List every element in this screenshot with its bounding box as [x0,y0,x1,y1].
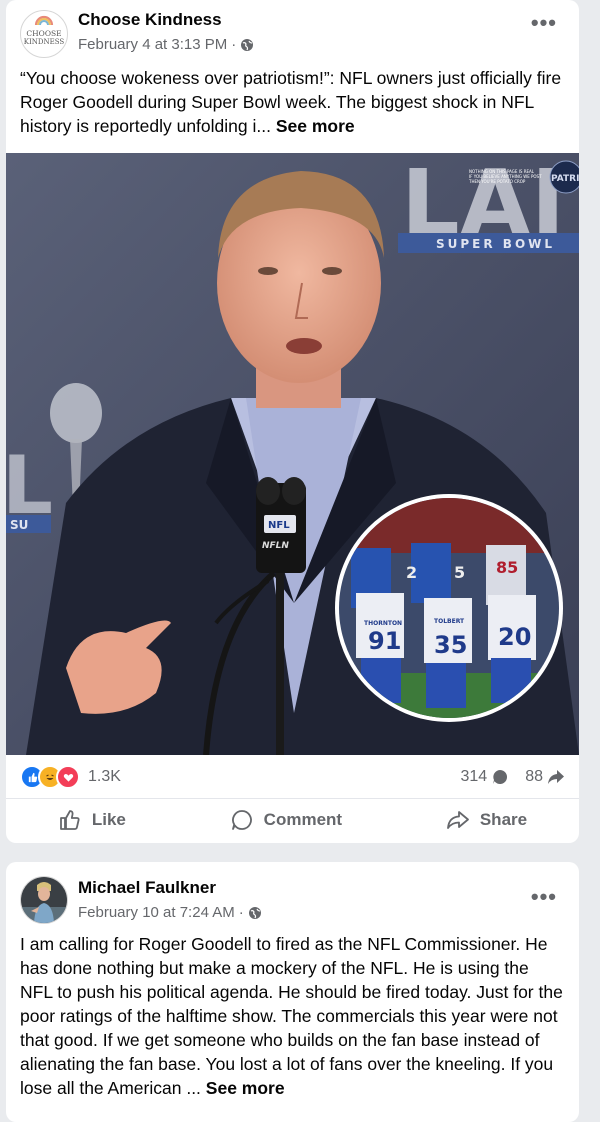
inset-jersey-5: 5 [454,563,465,582]
post-header: Michael Faulkner February 10 at 7:24 AM … [6,862,579,926]
avatar[interactable]: CHOOSE KINDNESS [20,10,68,58]
avatar-text-bottom: KINDNESS [24,38,65,46]
inset-jersey-3: 20 [498,623,531,651]
share-arrow-icon [548,770,564,784]
inset-jersey-4: 2 [406,563,417,582]
watermark-badge: PATRIOT [551,174,579,184]
share-button[interactable]: Share [430,802,543,838]
love-reaction-icon [56,765,80,789]
post-text: “You choose wokeness over patriotism!”: … [20,66,563,138]
post-image[interactable]: LAI SUPER BOWL L SU NOTHING ON THIS PAGE… [6,153,579,755]
inset-jersey-1: 91 [368,627,401,655]
comment-label: Comment [263,810,343,829]
avatar-text-top: CHOOSE [26,29,61,38]
share-icon [446,811,469,829]
post-text: I am calling for Roger Goodell to fired … [20,932,563,1100]
post-body: I am calling for Roger Goodell to fired … [20,934,563,1098]
comment-bubble-icon [493,769,508,784]
like-label: Like [91,810,126,829]
engagement-counts: 314 88 [461,768,566,786]
mic-label: NFLN [262,541,289,551]
super-bowl-banner: SUPER BOWL [436,237,555,251]
inset-jersey-2: 35 [434,631,467,659]
inset-name-2: TOLBERT [434,618,465,625]
post-header: CHOOSE KINDNESS Choose Kindness February… [6,0,579,64]
post-author[interactable]: Choose Kindness [78,10,222,30]
comment-button[interactable]: Comment [214,802,358,838]
see-more-link[interactable]: See more [206,1078,285,1098]
post-card: Michael Faulkner February 10 at 7:24 AM … [6,862,579,1122]
inset-name-1: THORNTON [364,620,402,627]
reaction-count[interactable]: 1.3K [88,768,121,786]
globe-icon [248,906,261,919]
like-button[interactable]: Like [42,802,142,838]
share-count[interactable]: 88 [525,768,543,786]
globe-icon [241,38,254,51]
thumbs-up-icon [59,810,80,830]
post-timestamp[interactable]: February 4 at 3:13 PM [78,36,227,53]
post-timestamp[interactable]: February 10 at 7:24 AM [78,904,235,921]
comment-count[interactable]: 314 [461,768,488,786]
post-actions: Like Comment Share [6,798,579,841]
watermark-line-3: THEN YOU'RE POTATO CROP [468,179,526,184]
reaction-icons[interactable] [20,765,80,789]
see-more-link[interactable]: See more [276,116,355,136]
comment-icon [231,810,252,830]
choose-kindness-logo: CHOOSE KINDNESS [24,15,65,46]
post-meta: February 4 at 3:13 PM · [78,36,254,53]
more-options-icon[interactable]: ••• [531,886,557,908]
super-bowl-banner-left: SU [10,518,28,532]
inset-jersey-6: 85 [496,558,518,577]
share-label: Share [479,810,528,829]
post-author[interactable]: Michael Faulkner [78,878,216,898]
profile-photo [21,877,67,923]
mic-badge: NFL [268,520,290,531]
avatar[interactable] [20,876,68,924]
more-options-icon[interactable]: ••• [531,12,557,34]
post-card: CHOOSE KINDNESS Choose Kindness February… [6,0,579,843]
goodell-press-photo: LAI SUPER BOWL L SU NOTHING ON THIS PAGE… [6,153,579,755]
post-meta: February 10 at 7:24 AM · [78,904,262,921]
reactions-summary: 1.3K 314 88 [20,762,565,792]
